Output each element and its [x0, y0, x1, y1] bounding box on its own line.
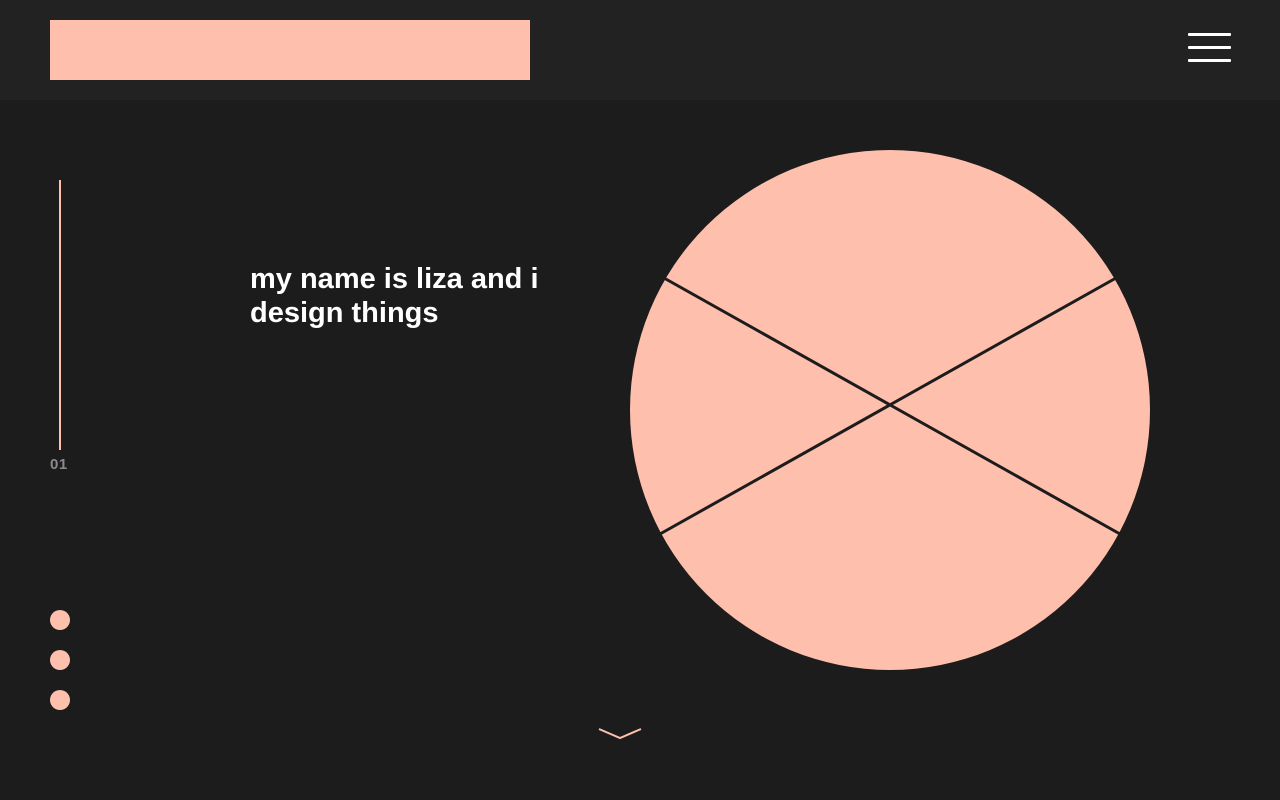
- circle-x-graphic: [630, 150, 1150, 670]
- menu-bar: [1188, 46, 1231, 49]
- graphic-circle: [630, 150, 1150, 670]
- logo[interactable]: [50, 20, 530, 80]
- page: 01 my name is liza and i design things: [0, 0, 1280, 800]
- section-progress-line: [59, 180, 61, 450]
- menu-bar: [1188, 33, 1231, 36]
- chevron-stroke: [598, 728, 642, 740]
- section-number: 01: [50, 456, 68, 473]
- hamburger-menu-icon[interactable]: [1186, 31, 1232, 65]
- menu-bar: [1188, 59, 1231, 62]
- slide-dot[interactable]: [50, 610, 70, 630]
- hero-headline: my name is liza and i design things: [250, 263, 539, 329]
- header: [0, 0, 1280, 100]
- slide-dot[interactable]: [50, 650, 70, 670]
- chevron-down-icon[interactable]: [597, 724, 643, 742]
- slide-dot[interactable]: [50, 690, 70, 710]
